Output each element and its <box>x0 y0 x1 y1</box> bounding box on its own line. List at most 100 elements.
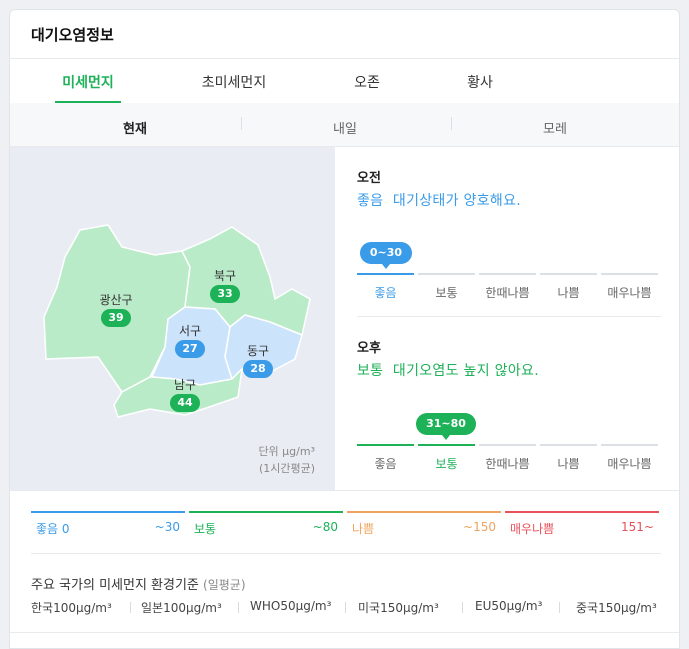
scale-label: 나쁨 <box>557 457 580 471</box>
legend-very-bad: 매우나쁨 151~ <box>505 511 659 543</box>
afternoon-range-bubble: 31~80 <box>416 413 476 435</box>
legend-range: 151~ <box>621 520 654 534</box>
gwangju-map <box>43 224 311 418</box>
standard-who: WHO50μg/m³ <box>250 599 332 613</box>
standards-title: 주요 국가의 미세먼지 환경기준 (일평균) <box>31 574 246 593</box>
card-title: 대기오염정보 <box>31 26 114 44</box>
subtab-divider <box>451 117 452 130</box>
legend-range: ~150 <box>463 520 496 534</box>
morning-grade: 좋음 <box>357 193 384 209</box>
legend-bar <box>31 511 185 513</box>
district-name: 남구 <box>173 378 197 392</box>
standard-china: 중국150μg/m³ <box>576 601 657 615</box>
scale-seg-very-bad <box>601 273 658 275</box>
scale-label: 보통 <box>435 457 458 471</box>
afternoon-status: 보통 대기오염도 높지 않아요. <box>357 360 539 380</box>
legend-bar <box>347 511 501 513</box>
legend-name: 나쁨 <box>352 522 375 536</box>
district-nam[interactable]: 남구 44 <box>163 376 207 412</box>
standards-subtitle: (일평균) <box>203 578 246 592</box>
divider <box>10 490 679 491</box>
scale-seg-bad <box>540 273 597 275</box>
morning-status: 좋음 대기상태가 양호해요. <box>357 190 521 210</box>
district-name: 북구 <box>213 269 237 283</box>
district-gwangsan[interactable]: 광산구 39 <box>94 291 138 327</box>
district-value-badge: 39 <box>101 309 131 327</box>
subtab-divider <box>241 117 242 130</box>
standards-row: 한국100μg/m³ 일본100μg/m³ WHO50μg/m³ 미국150μg… <box>31 599 661 619</box>
tab-pm10[interactable]: 미세먼지 <box>43 72 133 92</box>
subtab-today[interactable]: 현재 <box>75 118 195 137</box>
standard-sep <box>559 602 560 613</box>
district-value-badge: 28 <box>243 360 273 378</box>
bubble-pointer <box>442 435 450 440</box>
scale-seg-good <box>357 444 414 446</box>
district-name: 동구 <box>246 344 270 358</box>
district-value-badge: 27 <box>175 340 205 358</box>
unit-note: 단위 μg/m³ (1시간평균) <box>258 443 315 477</box>
subtab-day-after[interactable]: 모레 <box>495 118 615 137</box>
afternoon-message: 대기오염도 높지 않아요. <box>392 363 539 379</box>
morning-message: 대기상태가 양호해요. <box>392 193 522 209</box>
standard-sep <box>238 602 239 613</box>
district-value-badge: 33 <box>210 285 240 303</box>
legend-name: 매우나쁨 <box>510 522 555 536</box>
legend-range: ~30 <box>154 520 180 534</box>
scale-label: 매우나쁨 <box>607 457 652 471</box>
standard-sep <box>462 602 463 613</box>
legend-range: ~80 <box>312 520 338 534</box>
legend-name: 좋음 0 <box>36 522 70 536</box>
scale-label: 나쁨 <box>557 286 580 300</box>
afternoon-grade: 보통 <box>357 363 384 379</box>
legend-name: 보통 <box>194 522 217 536</box>
morning-label: 오전 <box>357 171 381 186</box>
scale-seg-very-bad <box>601 444 658 446</box>
scale-seg-normal <box>418 273 475 275</box>
scale-label: 보통 <box>435 286 458 300</box>
standard-japan: 일본100μg/m³ <box>141 601 222 615</box>
tab-pm25[interactable]: 초미세먼지 <box>189 72 279 92</box>
district-seo[interactable]: 서구 27 <box>168 322 212 358</box>
scale-label: 좋음 <box>374 286 397 300</box>
unit-label: 단위 μg/m³ <box>258 445 315 458</box>
morning-range-bubble: 0~30 <box>360 242 412 264</box>
scale-label: 매우나쁨 <box>607 286 652 300</box>
standard-sep <box>130 602 131 613</box>
scale-label: 좋음 <box>374 457 397 471</box>
district-map: 광산구 39 북구 33 서구 27 동구 28 남구 44 단위 μg/m³ … <box>10 147 335 490</box>
tab-ozone[interactable]: 오존 <box>322 72 412 92</box>
afternoon-label: 오후 <box>357 341 381 356</box>
standard-korea: 한국100μg/m³ <box>31 601 112 615</box>
day-subtabs: 현재 내일 모레 <box>10 103 679 147</box>
district-buk[interactable]: 북구 33 <box>203 267 247 303</box>
standard-sep <box>345 602 346 613</box>
divider <box>10 632 679 633</box>
scale-label: 한때나쁨 <box>485 457 530 471</box>
standard-usa: 미국150μg/m³ <box>358 601 439 615</box>
district-dong[interactable]: 동구 28 <box>236 342 280 378</box>
scale-seg-temp-bad <box>479 444 536 446</box>
tab-yellow-dust[interactable]: 황사 <box>435 72 525 92</box>
legend-bar <box>505 511 659 513</box>
legend-bad: 나쁨 ~150 <box>347 511 501 543</box>
divider <box>357 316 661 317</box>
bubble-pointer <box>382 264 390 269</box>
standards-title-text: 주요 국가의 미세먼지 환경기준 <box>31 578 199 593</box>
district-name: 광산구 <box>99 293 133 307</box>
scale-seg-temp-bad <box>479 273 536 275</box>
subtab-tomorrow[interactable]: 내일 <box>285 118 405 137</box>
divider <box>10 58 679 59</box>
standard-eu: EU50μg/m³ <box>475 599 543 613</box>
scale-seg-bad <box>540 444 597 446</box>
scale-seg-good <box>357 273 414 275</box>
afternoon-scale: 좋음 보통 한때나쁨 나쁨 매우나쁨 <box>357 444 659 478</box>
scale-seg-normal <box>418 444 475 446</box>
district-value-badge: 44 <box>170 394 200 412</box>
scale-label: 한때나쁨 <box>485 286 530 300</box>
unit-period: (1시간평균) <box>258 462 315 475</box>
legend-good: 좋음 0 ~30 <box>31 511 185 543</box>
morning-scale: 좋음 보통 한때나쁨 나쁨 매우나쁨 <box>357 273 659 307</box>
divider <box>31 553 661 554</box>
legend-normal: 보통 ~80 <box>189 511 343 543</box>
legend-bar <box>189 511 343 513</box>
